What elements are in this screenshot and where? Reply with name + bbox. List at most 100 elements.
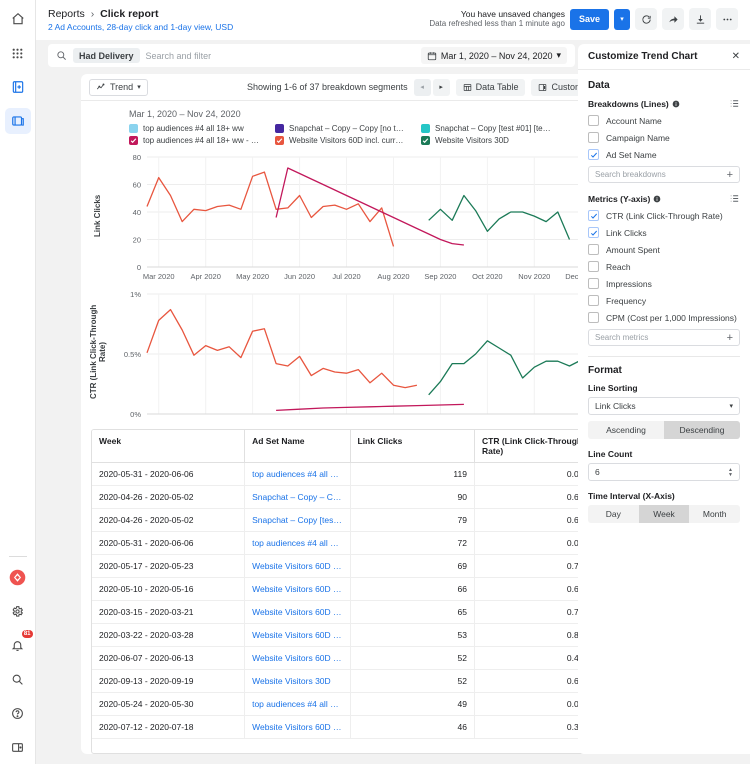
cell-ad-set-name[interactable]: Website Visitors 60D in… [244, 646, 351, 670]
sort-descending-button[interactable]: Descending [664, 421, 740, 439]
save-button[interactable]: Save [569, 8, 609, 30]
legend-item[interactable]: top audiences #4 all 18+ ww - … [129, 136, 275, 145]
cell-ad-set-name[interactable]: Website Visitors 60D in… [244, 623, 351, 647]
metric-option[interactable]: CPM (Cost per 1,000 Impressions) [588, 312, 740, 323]
cell-ad-set-name[interactable]: top audiences #4 all 18… [244, 692, 351, 716]
cell-ad-set-name[interactable]: Website Visitors 60D in… [244, 554, 351, 578]
checkbox[interactable] [588, 295, 599, 306]
table-row[interactable]: 2020-05-17 - 2020-05-23 Website Visitors … [92, 554, 598, 578]
refresh-icon[interactable] [635, 8, 657, 30]
table-row[interactable]: 2020-04-26 - 2020-05-02 Snapchat – Copy [… [92, 508, 598, 532]
interval-week-button[interactable]: Week [638, 505, 690, 523]
breakdown-option[interactable]: Ad Set Name [588, 149, 740, 160]
add-metric-icon[interactable]: + [727, 332, 733, 344]
stepper-up-icon[interactable]: ▲ [728, 467, 733, 472]
save-dropdown-caret-icon[interactable]: ▾ [614, 8, 630, 30]
more-options-icon[interactable] [716, 8, 738, 30]
next-page-button[interactable]: ▸ [432, 78, 450, 96]
search-and-filter-input[interactable]: Search and filter [146, 51, 212, 61]
table-row[interactable]: 2020-05-31 - 2020-06-06 top audiences #4 … [92, 462, 598, 486]
table-row[interactable]: 2020-05-10 - 2020-05-16 Website Visitors … [92, 577, 598, 601]
breadcrumb-reports[interactable]: Reports [48, 8, 85, 20]
stepper-arrows[interactable]: ▲ ▼ [728, 467, 733, 477]
trend-chart-svg[interactable]: 80 60 40 20 0Mar 2020 Apr 2020 May 2020 Jun 202… [91, 149, 597, 421]
breakdown-option[interactable]: Campaign Name [588, 132, 740, 143]
home-icon[interactable] [5, 6, 31, 32]
collapse-panel-icon[interactable] [5, 734, 31, 760]
table-row[interactable]: 2020-03-15 - 2020-03-21 Website Visitors … [92, 600, 598, 624]
info-icon[interactable] [653, 195, 661, 203]
checkbox[interactable] [588, 312, 599, 323]
table-row[interactable]: 2020-05-31 - 2020-06-06 top audiences #4 … [92, 531, 598, 555]
line-count-stepper[interactable]: 6 ▲ ▼ [588, 463, 740, 481]
cell-ad-set-name[interactable]: Website Visitors 60D in… [244, 600, 351, 624]
metrics-search[interactable]: Search metrics + [588, 329, 740, 346]
info-icon[interactable] [672, 100, 680, 108]
legend-item[interactable]: Website Visitors 30D [421, 136, 567, 145]
line-count-value[interactable]: 6 [595, 467, 600, 477]
cell-ad-set-name[interactable]: Website Visitors 60D in… [244, 715, 351, 739]
legend-color-swatch[interactable] [129, 136, 138, 145]
reorder-breakdowns-icon[interactable] [729, 98, 740, 109]
column-header-week[interactable]: Week [92, 430, 246, 463]
table-row[interactable]: 2020-03-22 - 2020-03-28 Website Visitors … [92, 623, 598, 647]
cell-ad-set-name[interactable]: Website Visitors 60D in… [244, 577, 351, 601]
add-breakdown-icon[interactable]: + [727, 169, 733, 181]
cell-ad-set-name[interactable]: Snapchat – Copy – Cop… [244, 485, 351, 509]
metric-option[interactable]: CTR (Link Click-Through Rate) [588, 210, 740, 221]
metric-option[interactable]: Impressions [588, 278, 740, 289]
sort-ascending-button[interactable]: Ascending [588, 421, 664, 439]
cell-ad-set-name[interactable]: top audiences #4 all 18… [244, 531, 351, 555]
checkbox[interactable] [588, 210, 599, 221]
legend-color-swatch[interactable] [275, 124, 284, 133]
metric-option[interactable]: Frequency [588, 295, 740, 306]
trend-view-selector[interactable]: Trend ▾ [89, 78, 148, 96]
filter-chip-had-delivery[interactable]: Had Delivery [73, 48, 140, 63]
column-header-ad-set-name[interactable]: Ad Set Name [244, 430, 351, 463]
legend-color-swatch[interactable] [421, 136, 430, 145]
legend-item[interactable]: top audiences #4 all 18+ ww [129, 124, 275, 133]
cell-ad-set-name[interactable]: top audiences #4 all 18… [244, 462, 351, 486]
gear-icon[interactable] [5, 598, 31, 624]
legend-item[interactable]: Website Visitors 60D incl. curr… [275, 136, 421, 145]
reorder-metrics-icon[interactable] [729, 193, 740, 204]
table-row[interactable]: 2020-04-26 - 2020-05-02 Snapchat – Copy –… [92, 485, 598, 509]
metric-option[interactable]: Link Clicks [588, 227, 740, 238]
cell-ad-set-name[interactable]: Snapchat – Copy [test … [244, 508, 351, 532]
data-table-button[interactable]: Data Table [455, 78, 526, 96]
checkbox[interactable] [588, 227, 599, 238]
table-row[interactable]: 2020-07-12 - 2020-07-18 Website Visitors … [92, 715, 598, 739]
column-header-link-clicks[interactable]: Link Clicks [350, 430, 475, 463]
legend-item[interactable]: Snapchat – Copy [test #01] [te… [421, 124, 567, 133]
search-icon[interactable] [5, 666, 31, 692]
close-icon[interactable]: ✕ [732, 51, 740, 62]
breakdown-option[interactable]: Account Name [588, 115, 740, 126]
table-row[interactable]: 2020-06-07 - 2020-06-13 Website Visitors … [92, 646, 598, 670]
date-range-picker[interactable]: Mar 1, 2020 – Nov 24, 2020 ▾ [420, 47, 567, 64]
checkbox[interactable] [588, 244, 599, 255]
line-sorting-select[interactable]: Link Clicks ▾ [588, 397, 740, 415]
search-icon[interactable] [56, 50, 67, 61]
stepper-down-icon[interactable]: ▼ [728, 472, 733, 477]
checkbox[interactable] [588, 132, 599, 143]
checkbox[interactable] [588, 149, 599, 160]
checkbox[interactable] [588, 278, 599, 289]
brand-logo-icon[interactable] [5, 564, 31, 590]
legend-color-swatch[interactable] [275, 136, 284, 145]
interval-month-button[interactable]: Month [689, 505, 740, 523]
table-row[interactable]: 2020-05-24 - 2020-05-30 top audiences #4 … [92, 692, 598, 716]
notifications-bell-icon[interactable]: 81 [5, 630, 33, 658]
legend-color-swatch[interactable] [129, 124, 138, 133]
legend-color-swatch[interactable] [421, 124, 430, 133]
checkbox[interactable] [588, 261, 599, 272]
download-icon[interactable] [689, 8, 711, 30]
interval-day-button[interactable]: Day [588, 505, 639, 523]
metric-option[interactable]: Reach [588, 261, 740, 272]
help-icon[interactable] [5, 700, 31, 726]
table-row[interactable]: 2020-09-13 - 2020-09-19 Website Visitors … [92, 669, 598, 693]
checkbox[interactable] [588, 115, 599, 126]
share-icon[interactable] [662, 8, 684, 30]
metric-option[interactable]: Amount Spent [588, 244, 740, 255]
sidebar-item-reports[interactable] [4, 108, 31, 134]
breakdowns-search[interactable]: Search breakdowns + [588, 166, 740, 183]
